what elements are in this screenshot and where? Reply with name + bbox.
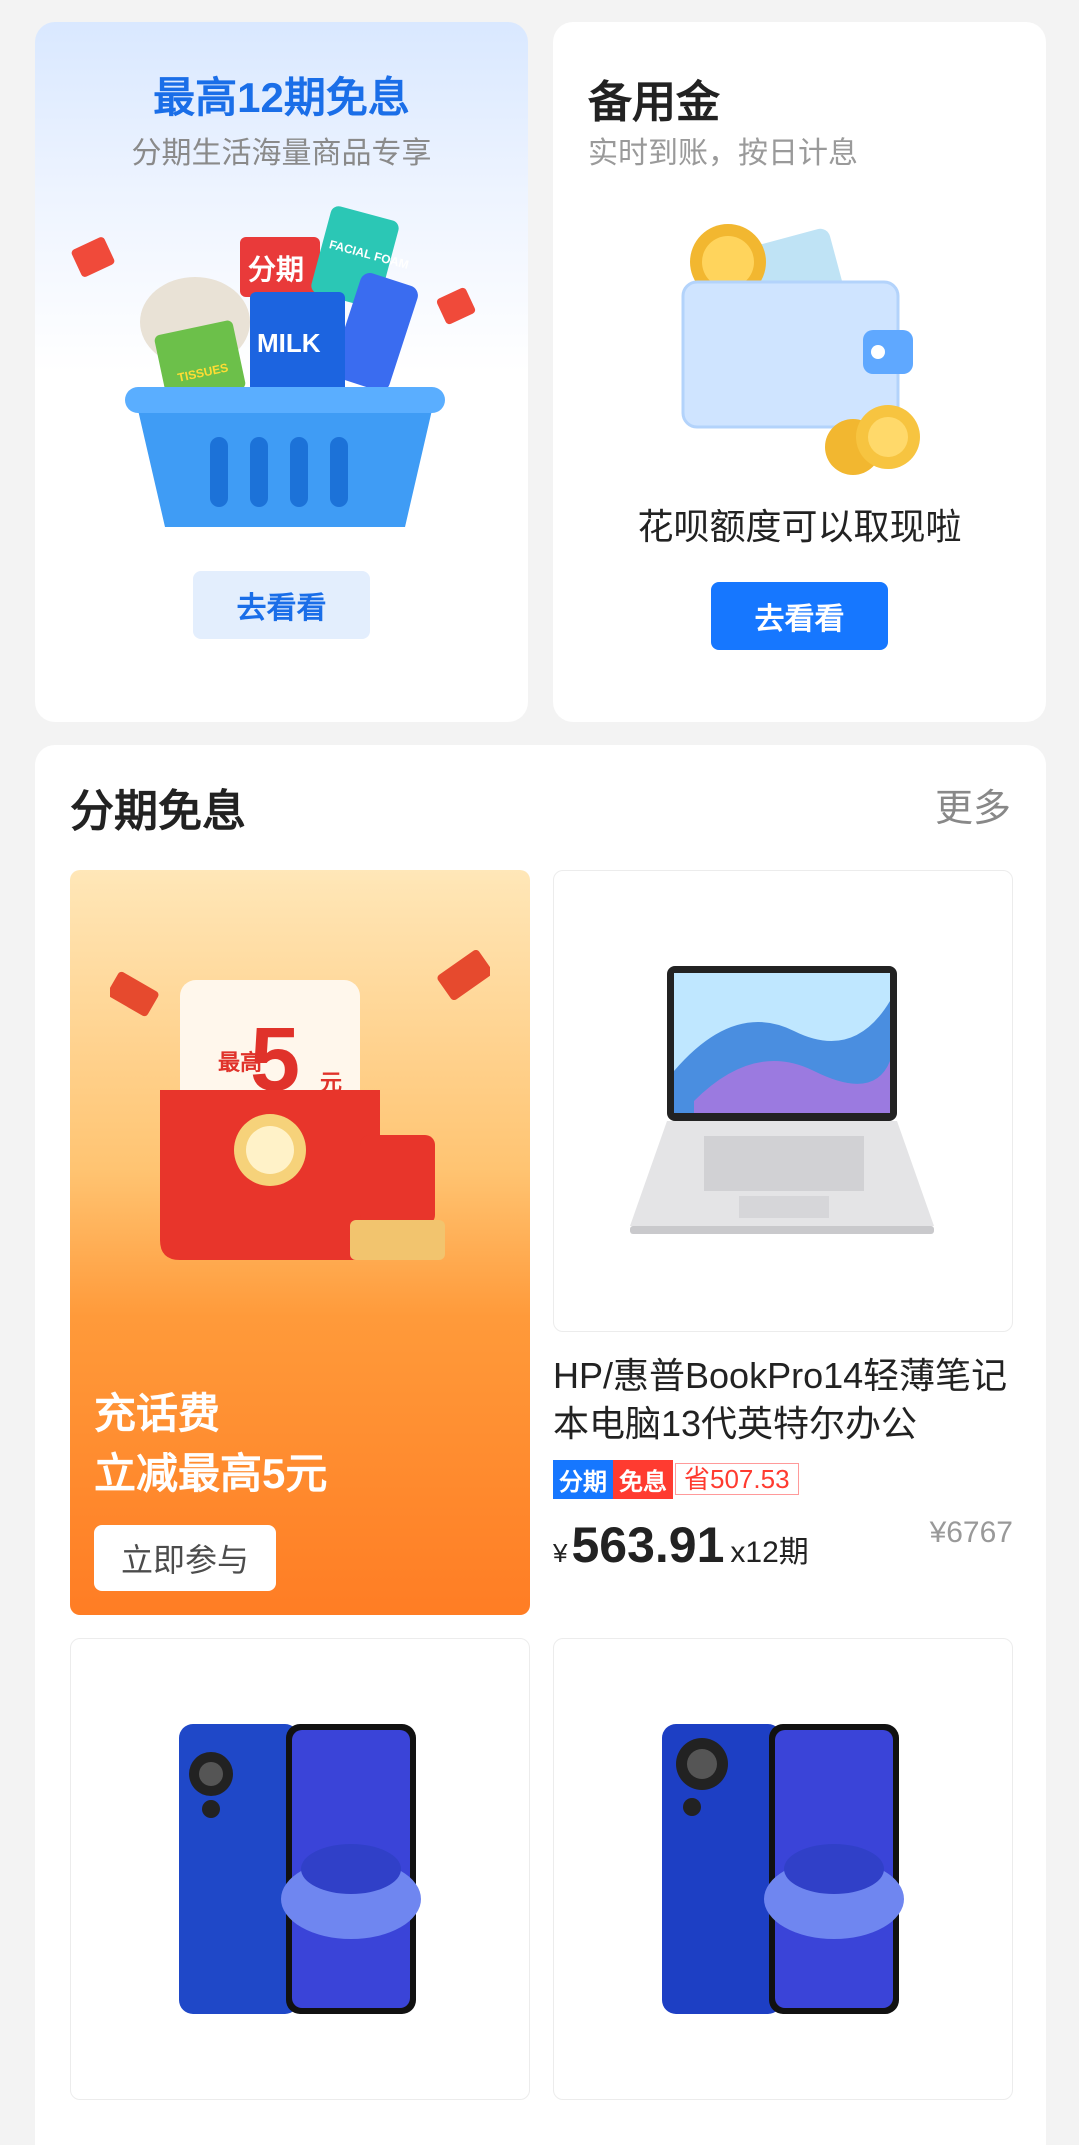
reserve-description: 花呗额度可以取现啦 bbox=[637, 506, 962, 547]
section-title: 分期免息 bbox=[70, 787, 246, 836]
phone-image-1 bbox=[70, 1638, 530, 2100]
interest-free-section: 分期免息 更多 最高 5 元 充话费 立减最高5元 立即参与 HP/惠普Book… bbox=[35, 745, 1046, 2145]
promo-line-1: 充话费 bbox=[94, 1390, 221, 1437]
laptop-image bbox=[553, 870, 1013, 1332]
reserve-title: 备用金 bbox=[588, 78, 720, 127]
installment-go-button[interactable]: 去看看 bbox=[193, 571, 370, 639]
currency-symbol: ¥ bbox=[553, 1538, 568, 1568]
promo-line-2: 立减最高5元 bbox=[94, 1450, 328, 1497]
tag-label: 分期 bbox=[248, 254, 304, 285]
product-card-laptop[interactable]: HP/惠普BookPro14轻薄笔记本电脑13代英特尔办公 分期 免息 省507… bbox=[553, 870, 1013, 1574]
reserve-go-button[interactable]: 去看看 bbox=[711, 582, 888, 650]
product-tags: 分期 免息 省507.53 bbox=[553, 1459, 1013, 1499]
phone-image-2 bbox=[553, 1638, 1013, 2100]
installment-card[interactable]: 最高12期免息 分期生活海量商品专享 TISSUES 分期 FACIAL FOA… bbox=[35, 22, 528, 722]
installment-tag: 分期 bbox=[553, 1459, 613, 1499]
product-card-phone-1[interactable] bbox=[70, 1638, 530, 2100]
installment-period: x12期 bbox=[730, 1536, 809, 1569]
price-row: ¥ 563.91 x12期 ¥6767 bbox=[553, 1516, 1013, 1574]
interest-free-tag: 免息 bbox=[613, 1459, 673, 1499]
milk-label: MILK bbox=[257, 328, 321, 358]
shopping-basket-illustration: TISSUES 分期 FACIAL FOAM MILK bbox=[71, 206, 476, 527]
reserve-fund-card[interactable]: 备用金 实时到账，按日计息 花呗额度可以取现啦 去看看 bbox=[553, 22, 1046, 722]
installment-subtitle: 分期生活海量商品专享 bbox=[131, 137, 432, 170]
installment-title: 最高12期免息 bbox=[153, 74, 410, 121]
reserve-subtitle: 实时到账，按日计息 bbox=[588, 137, 858, 170]
phone-recharge-promo[interactable]: 最高 5 元 充话费 立减最高5元 立即参与 bbox=[70, 870, 530, 1615]
wallet-coins-illustration bbox=[681, 224, 920, 475]
red-envelope-illustration: 最高 5 元 bbox=[110, 949, 490, 1260]
monthly-price: 563.91 bbox=[571, 1517, 725, 1573]
join-now-button[interactable]: 立即参与 bbox=[94, 1525, 276, 1591]
savings-tag: 省507.53 bbox=[675, 1463, 799, 1495]
more-link[interactable]: 更多 bbox=[935, 777, 1011, 832]
original-price: ¥6767 bbox=[929, 1516, 1013, 1549]
product-name: HP/惠普BookPro14轻薄笔记本电脑13代英特尔办公 bbox=[553, 1355, 1008, 1444]
product-card-phone-2[interactable] bbox=[553, 1638, 1013, 2100]
